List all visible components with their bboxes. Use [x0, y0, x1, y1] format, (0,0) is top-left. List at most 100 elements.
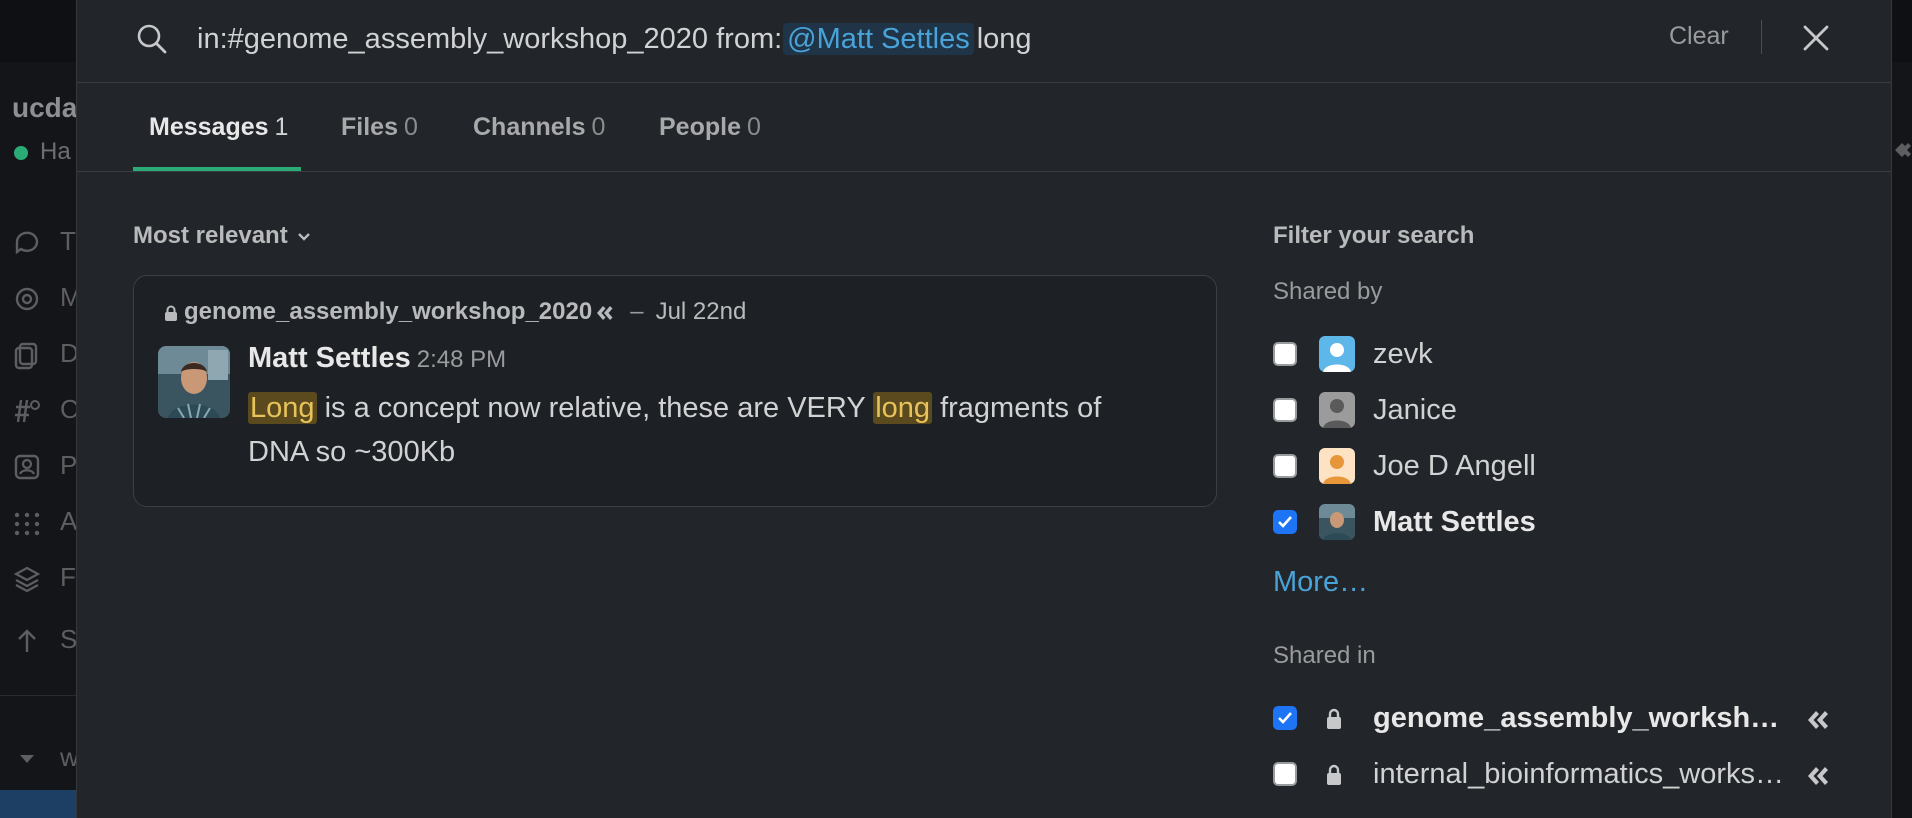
shared-channel-icon: [1808, 711, 1828, 729]
message-time[interactable]: 2:48 PM: [417, 346, 506, 373]
tab-files[interactable]: Files 0: [341, 113, 418, 142]
filter-channel-genome-assembly[interactable]: genome_assembly_workshop_2020: [1273, 700, 1833, 740]
sort-label: Most relevant: [133, 222, 288, 249]
person-checkbox[interactable]: [1273, 454, 1297, 478]
avatar: [1319, 392, 1355, 428]
avatar[interactable]: [158, 346, 230, 418]
drafts-icon: [14, 342, 38, 370]
user-status: Ha: [14, 138, 71, 166]
channel-checkbox[interactable]: [1273, 762, 1297, 786]
sidebar-nav-channels[interactable]: C: [12, 394, 79, 426]
channel-name: internal_bioinformatics_workshop: [1373, 758, 1791, 790]
nav-label: S: [60, 624, 78, 654]
threads-icon: [15, 231, 39, 255]
filter-person-janice[interactable]: Janice: [1273, 392, 1833, 432]
sidebar-divider: [0, 695, 76, 696]
search-modal: in:#genome_assembly_workshop_2020 from: @…: [76, 0, 1892, 818]
avatar: [1319, 448, 1355, 484]
more-people-link[interactable]: More…: [1273, 566, 1368, 599]
search-tabs: Messages 1 Files 0 Channels 0 People 0: [77, 83, 1891, 172]
arrow-up-icon: [18, 629, 36, 652]
person-checkbox[interactable]: [1273, 342, 1297, 366]
right-edge-panel: [1890, 62, 1912, 818]
lock-icon: [1327, 708, 1341, 729]
match-highlight: Long: [248, 392, 317, 424]
filter-channel-internal-bioinformatics[interactable]: internal_bioinformatics_workshop: [1273, 756, 1833, 796]
channel-checkbox[interactable]: [1273, 706, 1297, 730]
user-photo-icon: [1319, 504, 1355, 540]
user-photo-icon: [158, 346, 230, 418]
online-dot-icon: [14, 145, 28, 160]
lock-icon: [165, 305, 177, 321]
layers-icon: [13, 566, 41, 593]
channel-name: genome_assembly_workshop_2020: [1373, 702, 1791, 734]
person-checkbox[interactable]: [1273, 510, 1297, 534]
lock-icon: [1327, 764, 1341, 785]
at-icon: [15, 287, 39, 311]
shared-channel-icon: [1808, 767, 1828, 785]
search-icon: [137, 24, 167, 54]
person-name: Janice: [1373, 394, 1457, 426]
filter-person-matt-settles[interactable]: Matt Settles: [1273, 504, 1833, 544]
nav-label: T: [60, 226, 76, 256]
person-name: Joe D Angell: [1373, 450, 1536, 482]
selected-sidebar-item[interactable]: [0, 790, 76, 818]
sidebar-nav-people[interactable]: P: [12, 450, 77, 482]
query-prefix: in:#genome_assembly_workshop_2020 from:: [197, 23, 783, 55]
sidebar-nav-show-less[interactable]: S: [12, 624, 77, 656]
apps-grid-icon: [14, 512, 40, 536]
message-segment: is a concept now relative, these are VER…: [316, 392, 874, 424]
sidebar-nav-apps[interactable]: A: [12, 506, 77, 538]
sidebar-nav-mentions[interactable]: M: [12, 282, 82, 314]
message-author[interactable]: Matt Settles 2:48 PM: [248, 342, 506, 375]
nav-label: A: [60, 506, 78, 536]
default-avatar-icon: [1319, 448, 1355, 484]
avatar: [1319, 336, 1355, 372]
tab-channels[interactable]: Channels 0: [473, 113, 605, 142]
query-user-token[interactable]: @Matt Settles: [783, 23, 974, 55]
channel-search-icon: [15, 399, 40, 423]
message-text: Long is a concept now relative, these ar…: [248, 386, 1148, 474]
author-name[interactable]: Matt Settles: [248, 342, 411, 374]
sidebar-nav-threads[interactable]: T: [12, 226, 76, 258]
filter-person-joe-d-angell[interactable]: Joe D Angell: [1273, 448, 1833, 488]
person-name: zevk: [1373, 338, 1433, 370]
tab-people[interactable]: People 0: [659, 113, 761, 142]
toolbar-divider: [1761, 20, 1762, 54]
people-icon: [14, 454, 40, 480]
person-checkbox[interactable]: [1273, 398, 1297, 422]
sort-dropdown[interactable]: Most relevant: [133, 222, 312, 250]
search-result-card[interactable]: genome_assembly_workshop_2020 – Jul 22nd M…: [133, 275, 1217, 507]
checkmark-icon: [1278, 712, 1292, 724]
person-name: Matt Settles: [1373, 506, 1536, 538]
query-keyword: long: [976, 23, 1032, 55]
filter-person-zevk[interactable]: zevk: [1273, 336, 1833, 376]
chevron-down-icon: [297, 232, 310, 241]
status-text: Ha: [40, 138, 71, 165]
sidebar-section-workspace[interactable]: w: [12, 742, 79, 774]
match-highlight: long: [873, 392, 933, 424]
workspace-name[interactable]: ucda: [12, 92, 77, 124]
caret-down-icon: [20, 755, 34, 763]
clear-button[interactable]: Clear: [1669, 22, 1729, 51]
nav-label: P: [60, 450, 78, 480]
search-bar[interactable]: in:#genome_assembly_workshop_2020 from: @…: [77, 0, 1891, 83]
header-separator: –: [630, 298, 644, 325]
avatar: [1319, 504, 1355, 540]
sidebar-nav-files[interactable]: F: [12, 562, 76, 594]
active-tab-indicator: [133, 167, 301, 171]
result-header: genome_assembly_workshop_2020 – Jul 22nd: [164, 298, 746, 326]
default-avatar-icon: [1319, 336, 1355, 372]
result-date[interactable]: Jul 22nd: [656, 298, 747, 325]
checkmark-icon: [1278, 516, 1292, 528]
tab-messages[interactable]: Messages 1: [149, 113, 288, 142]
default-avatar-icon: [1319, 392, 1355, 428]
search-input[interactable]: in:#genome_assembly_workshop_2020 from: @…: [197, 18, 1032, 60]
shared-channel-icon: [597, 305, 613, 320]
shared-channel-icon: [1895, 143, 1911, 157]
result-channel-link[interactable]: genome_assembly_workshop_2020: [184, 298, 592, 325]
close-icon[interactable]: [1800, 22, 1832, 54]
sidebar-nav-drafts[interactable]: D: [12, 338, 79, 370]
filter-title: Filter your search: [1273, 222, 1475, 249]
shared-by-label: Shared by: [1273, 278, 1383, 305]
